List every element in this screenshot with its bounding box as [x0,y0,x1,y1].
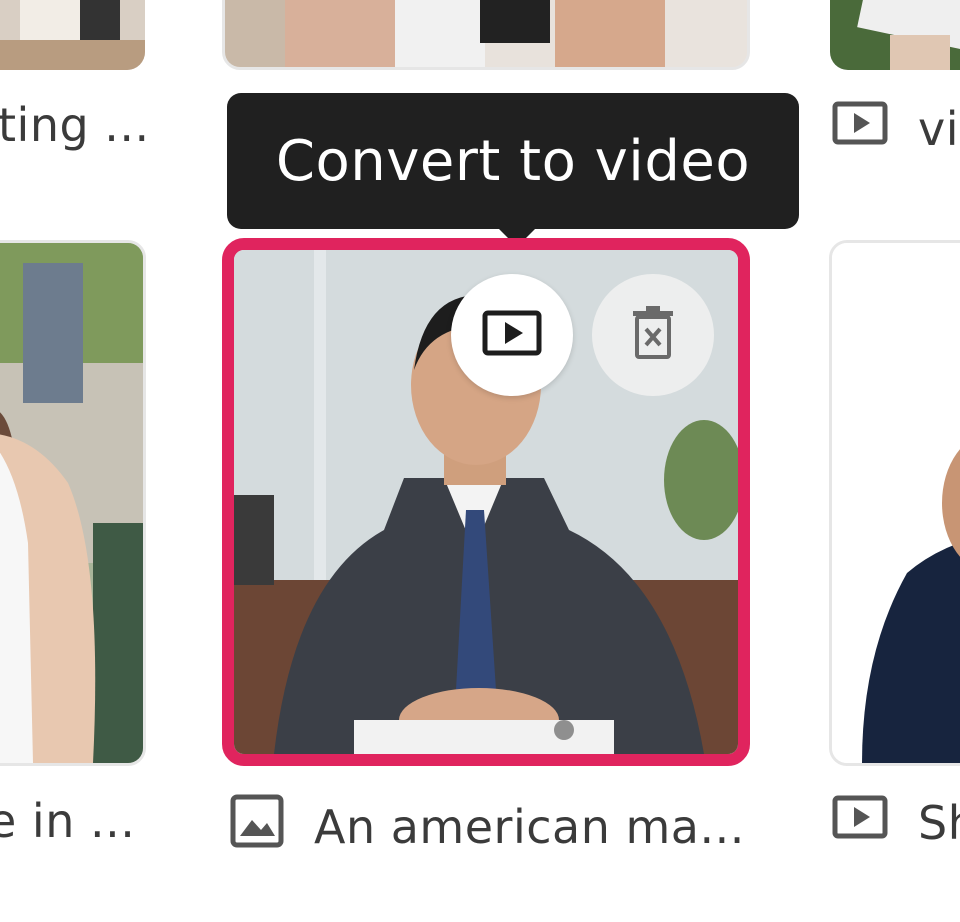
thumbnail-top-left[interactable] [0,0,145,70]
tooltip-text: Convert to video [275,128,751,194]
photo-image [0,0,145,70]
image-icon [228,792,286,861]
card-title: e in ... [0,794,136,848]
selected-image-card[interactable] [222,238,750,766]
card-title: An american ma... [314,799,745,854]
card-label-bottom-left: e in ... [0,794,135,848]
card-label-top-right: vi [830,98,959,159]
convert-to-video-button[interactable] [451,274,573,396]
card-title: Sh [918,795,960,850]
card-label-bottom-right: Sh [830,792,960,853]
card-label-top-left: ting ... [0,98,150,152]
card-title: ting ... [0,98,150,152]
photo-image [832,243,960,763]
play-square-icon [481,308,543,362]
photo-image [225,0,747,67]
video-icon [830,792,890,853]
convert-to-video-tooltip: Convert to video [227,93,799,247]
card-title: vi [918,101,960,156]
video-icon [830,98,890,159]
thumbnail-top-right[interactable] [830,0,960,70]
delete-icon [629,305,677,365]
thumbnail-bottom-right[interactable] [829,240,960,766]
delete-button[interactable] [592,274,714,396]
thumbnail-top-middle[interactable] [222,0,750,70]
photo-image [0,243,143,763]
thumbnail-bottom-left[interactable] [0,240,146,766]
photo-image [830,0,960,70]
card-label-selected: An american ma... [228,792,745,861]
